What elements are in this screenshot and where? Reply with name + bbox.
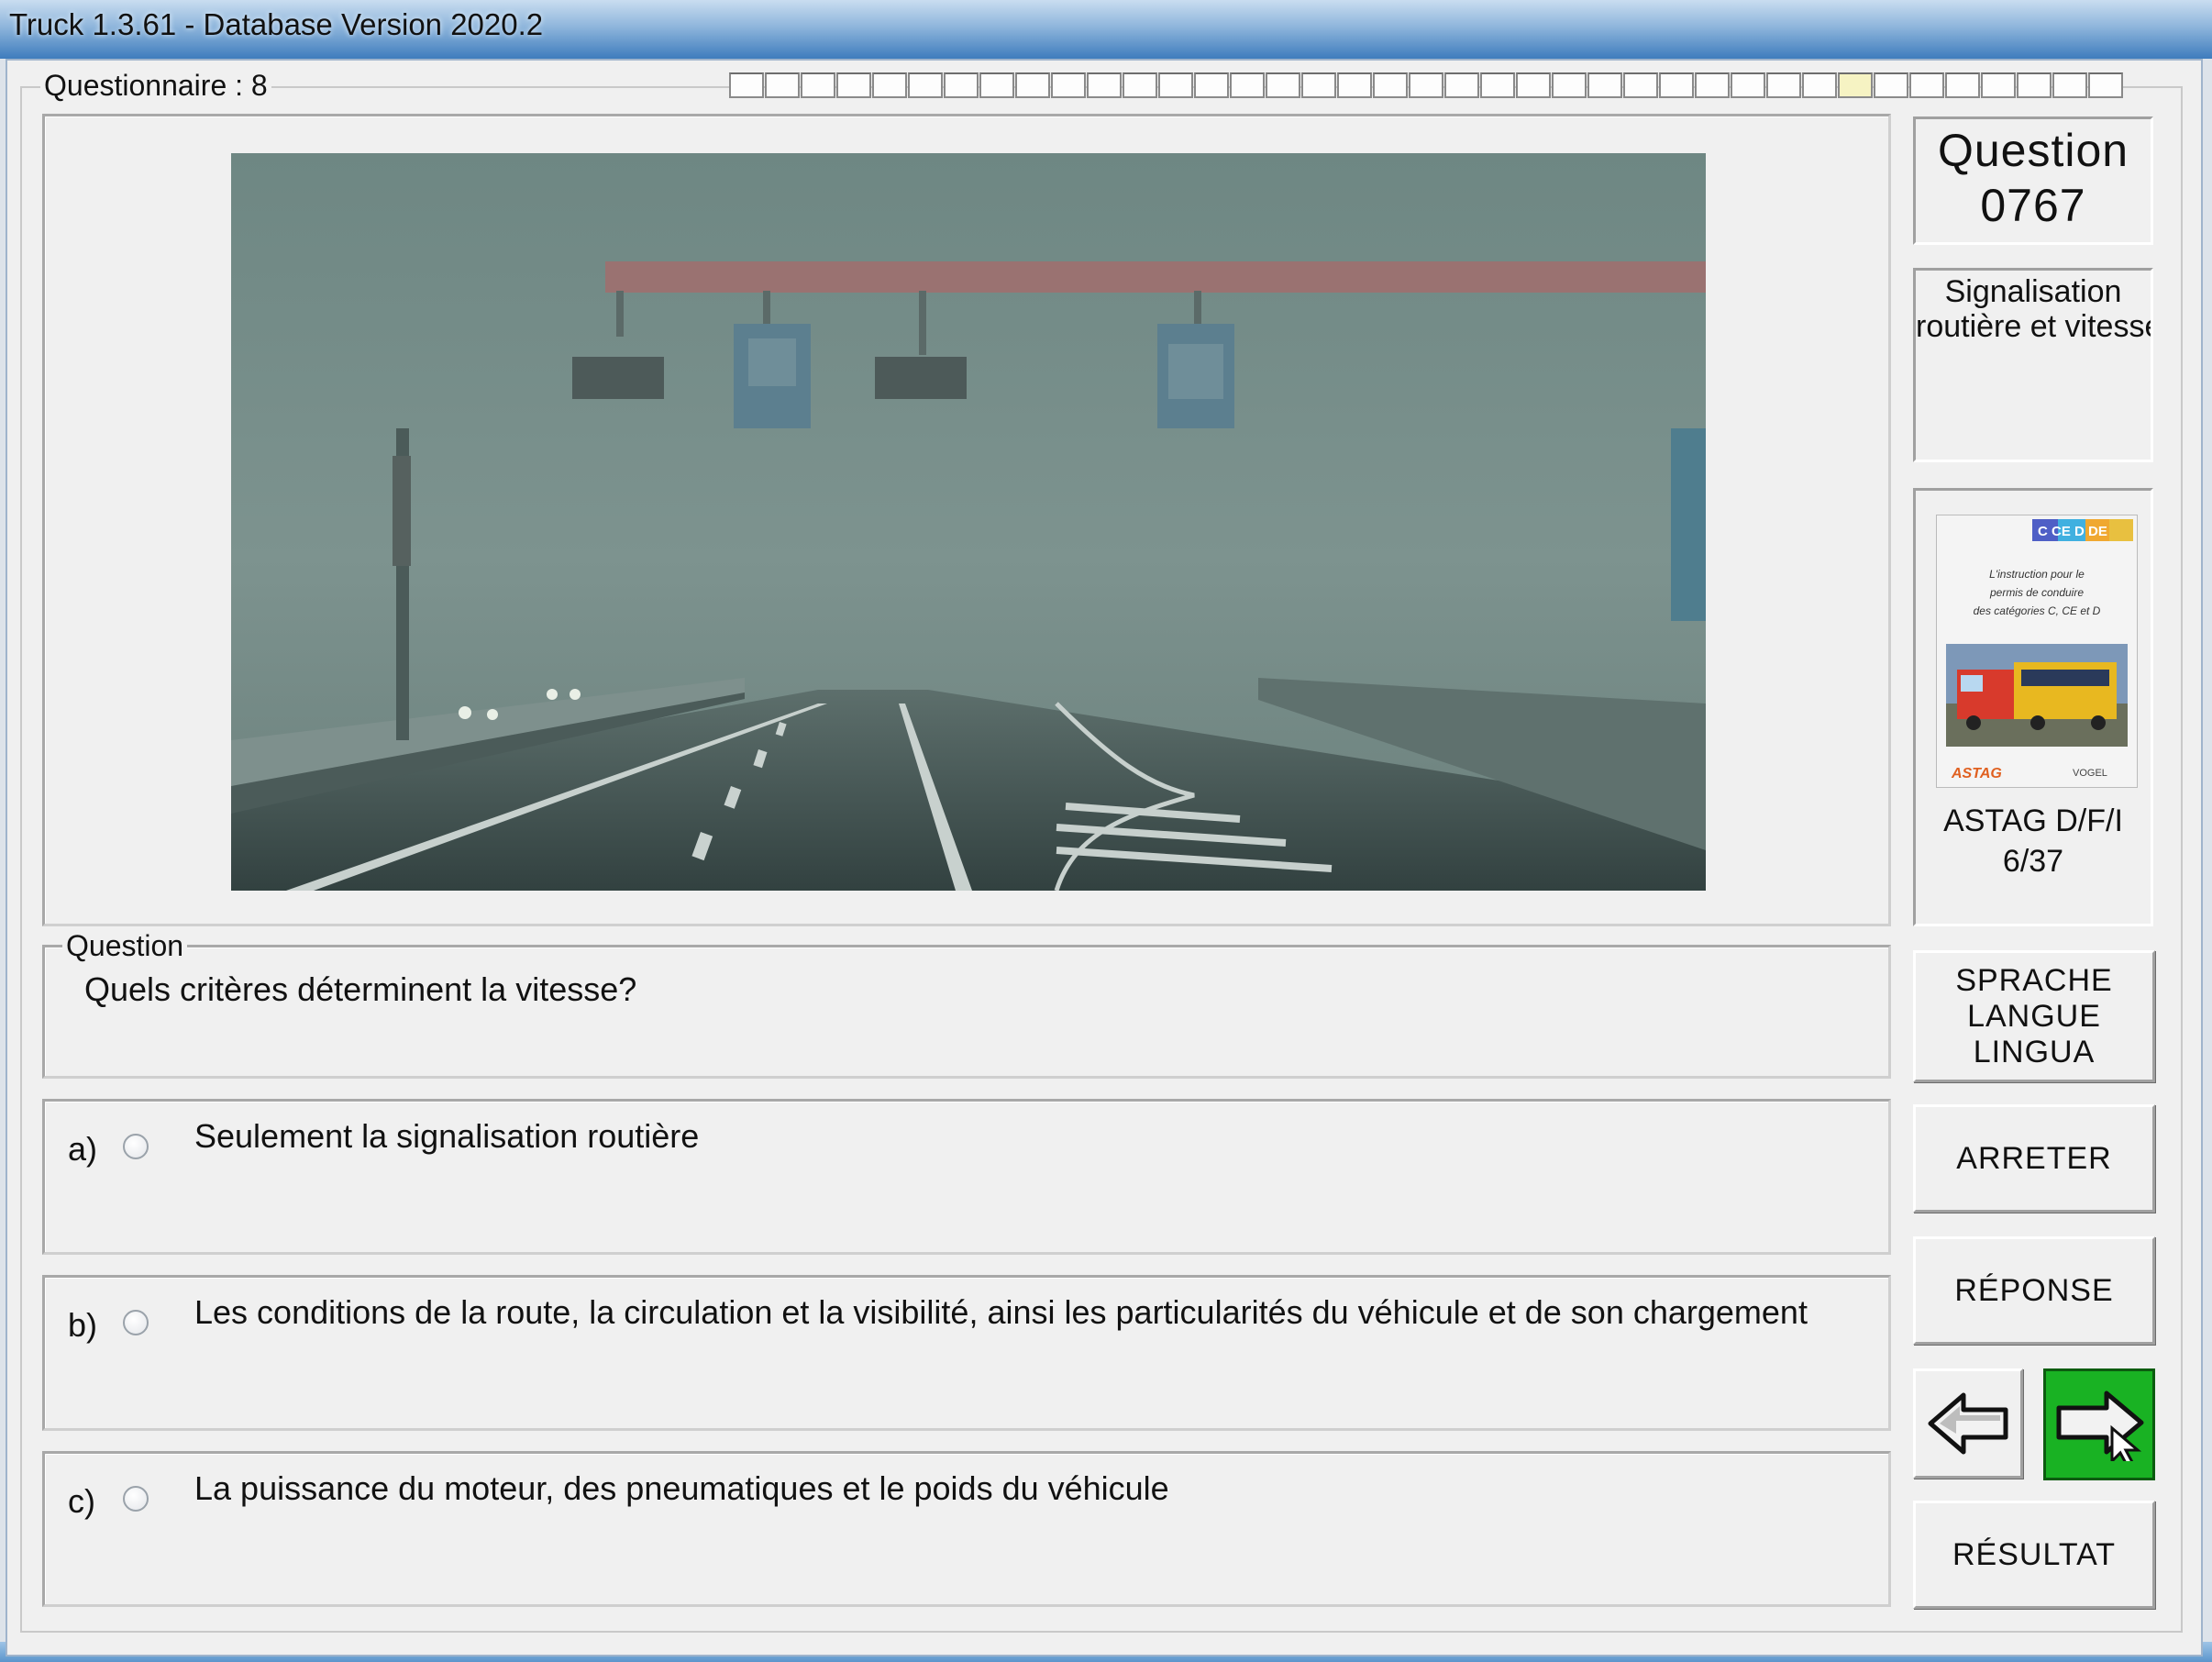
- language-label-it: LINGUA: [1973, 1034, 2096, 1069]
- question-photo: [231, 153, 1706, 891]
- progress-cell: [944, 72, 979, 98]
- progress-cell: [1373, 72, 1408, 98]
- svg-text:L'instruction pour le: L'instruction pour le: [1989, 568, 2085, 581]
- stop-button-label: ARRETER: [1956, 1140, 2112, 1176]
- question-progress: [729, 72, 2124, 100]
- progress-cell: [765, 72, 800, 98]
- progress-cell: [1266, 72, 1300, 98]
- progress-cell: [1945, 72, 1980, 98]
- progress-cell: [1695, 72, 1730, 98]
- questionnaire-label: Questionnaire : 8: [40, 69, 271, 103]
- language-button[interactable]: SPRACHE LANGUE LINGUA: [1913, 950, 2155, 1082]
- progress-cell: [1301, 72, 1336, 98]
- answer-radio-b[interactable]: [123, 1310, 149, 1335]
- answer-text-a[interactable]: Seulement la signalisation routière: [194, 1117, 699, 1156]
- reference-book-box: C CE D DE L'instruction pour le permis d…: [1913, 488, 2153, 926]
- question-word: Question: [1937, 125, 2129, 176]
- progress-cell: [2017, 72, 2052, 98]
- answer-letter-b: b): [68, 1306, 98, 1344]
- answer-button-label: RÉPONSE: [1954, 1272, 2114, 1308]
- answer-text-c[interactable]: La puissance du moteur, des pneumatiques…: [194, 1469, 1169, 1508]
- language-label-fr: LANGUE: [1967, 998, 2101, 1034]
- question-number-box: Question 0767: [1913, 116, 2153, 245]
- category-line-2: routière et vitesse: [1916, 309, 2153, 344]
- answer-letter-c: c): [68, 1482, 95, 1520]
- progress-cell: [1552, 72, 1587, 98]
- progress-cell: [1659, 72, 1694, 98]
- progress-cell: [1480, 72, 1515, 98]
- progress-cell: [1051, 72, 1086, 98]
- next-button[interactable]: [2043, 1368, 2155, 1480]
- question-panel: [42, 945, 1891, 1079]
- progress-cell: [1766, 72, 1801, 98]
- stop-button[interactable]: ARRETER: [1913, 1104, 2155, 1213]
- answer-button[interactable]: RÉPONSE: [1913, 1236, 2155, 1345]
- answer-letter-a: a): [68, 1130, 98, 1168]
- book-caption-line-2: 6/37: [2002, 844, 2064, 879]
- book-caption: ASTAG D/F/I 6/37: [1916, 801, 2151, 881]
- progress-cell: [1981, 72, 2016, 98]
- progress-cell: [1230, 72, 1265, 98]
- book-cover-image: C CE D DE L'instruction pour le permis d…: [1936, 515, 2138, 788]
- progress-cell: [1802, 72, 1837, 98]
- progress-cell: [2088, 72, 2123, 98]
- progress-cell: [908, 72, 943, 98]
- progress-cell: [1158, 72, 1193, 98]
- category-line-1: Signalisation: [1944, 274, 2122, 309]
- arrow-right-icon: [2056, 1391, 2144, 1461]
- progress-cell-current: [1838, 72, 1873, 98]
- progress-cell: [872, 72, 907, 98]
- answer-radio-c[interactable]: [123, 1486, 149, 1512]
- answer-text-b[interactable]: Les conditions de la route, la circulati…: [194, 1293, 1808, 1332]
- arrow-left-icon: [1928, 1392, 2008, 1455]
- progress-cell: [979, 72, 1014, 98]
- book-badge: C CE D DE: [2038, 524, 2107, 539]
- progress-cell: [1409, 72, 1443, 98]
- svg-text:ASTAG: ASTAG: [1951, 766, 2002, 781]
- progress-cell: [1194, 72, 1229, 98]
- window-title: Truck 1.3.61 - Database Version 2020.2: [9, 7, 544, 41]
- progress-cell: [1015, 72, 1050, 98]
- progress-cell: [1087, 72, 1122, 98]
- progress-cell: [1874, 72, 1908, 98]
- progress-cell: [1444, 72, 1479, 98]
- progress-cell: [729, 72, 764, 98]
- progress-cell: [1337, 72, 1372, 98]
- title-bar: Truck 1.3.61 - Database Version 2020.2: [0, 0, 2212, 59]
- result-button[interactable]: RÉSULTAT: [1913, 1501, 2155, 1609]
- result-button-label: RÉSULTAT: [1952, 1536, 2117, 1572]
- progress-cell: [1623, 72, 1658, 98]
- question-text: Quels critères déterminent la vitesse?: [84, 970, 637, 1008]
- progress-cell: [2052, 72, 2087, 98]
- svg-text:VOGEL: VOGEL: [2073, 768, 2107, 779]
- question-group-label: Question: [62, 929, 188, 963]
- progress-cell: [1909, 72, 1944, 98]
- progress-cell: [836, 72, 871, 98]
- progress-cell: [1731, 72, 1765, 98]
- svg-text:des catégories C, CE et D: des catégories C, CE et D: [1974, 604, 2101, 617]
- book-cover-graphic: C CE D DE L'instruction pour le permis d…: [1937, 515, 2137, 787]
- progress-cell: [1587, 72, 1622, 98]
- previous-button[interactable]: [1913, 1368, 2023, 1479]
- question-number: 0767: [1980, 180, 2086, 231]
- foggy-highway-image: [231, 153, 1706, 891]
- svg-text:permis de conduire: permis de conduire: [1989, 586, 2084, 599]
- progress-cell: [801, 72, 835, 98]
- answer-radio-a[interactable]: [123, 1134, 149, 1159]
- category-box: Signalisation routière et vitesse: [1913, 268, 2153, 462]
- progress-cell: [1516, 72, 1551, 98]
- language-label-de: SPRACHE: [1955, 962, 2113, 998]
- progress-cell: [1123, 72, 1157, 98]
- book-caption-line-1: ASTAG D/F/I: [1943, 803, 2123, 838]
